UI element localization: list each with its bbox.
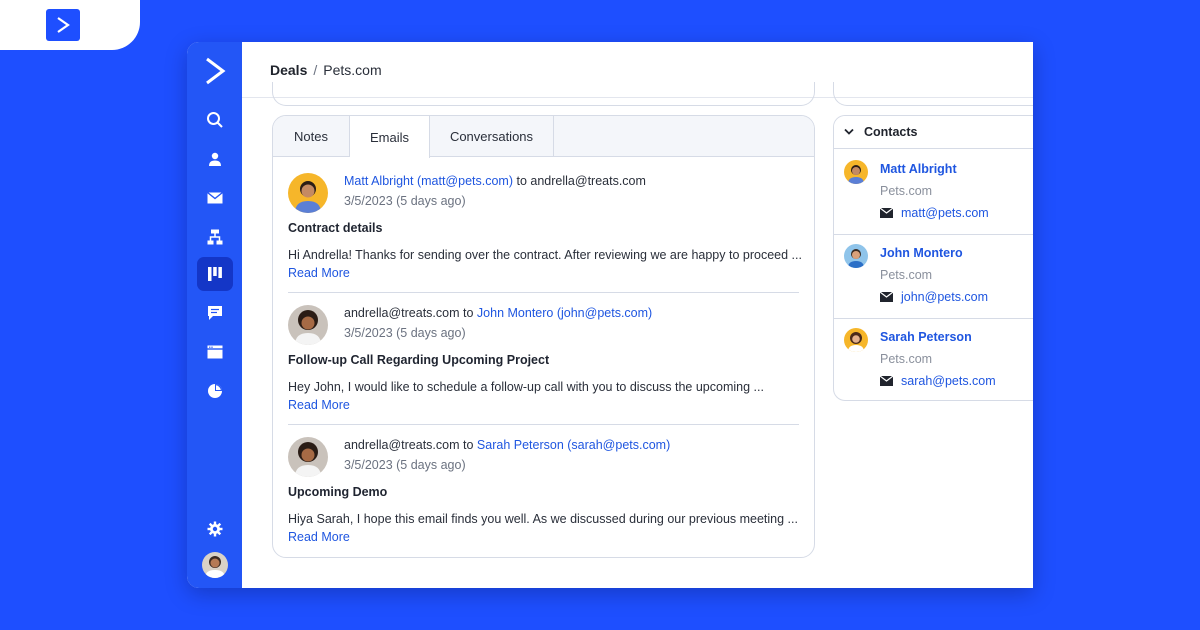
email-subject: Follow-up Call Regarding Upcoming Projec… <box>288 353 550 367</box>
breadcrumb-separator: / <box>313 61 318 78</box>
contact-email-text[interactable]: sarah@pets.com <box>901 374 996 388</box>
email-item[interactable]: andrella@treats.com to Sarah Peterson (s… <box>288 437 799 552</box>
contacts-panel: Contacts Matt Albright Pets.com matt@pet… <box>833 115 1033 401</box>
email-participants: Matt Albright (matt@pets.com) to andrell… <box>344 174 646 188</box>
email-preview: Hiya Sarah, I hope this email finds you … <box>288 512 798 526</box>
deals-board-icon[interactable] <box>197 257 233 291</box>
tab-emails[interactable]: Emails <box>350 116 430 158</box>
email-to: andrella@treats.com <box>530 174 646 188</box>
email-to-word: to <box>516 174 527 188</box>
contact-email[interactable]: john@pets.com <box>880 290 988 304</box>
email-participants: andrella@treats.com to Sarah Peterson (s… <box>344 438 670 452</box>
email-item[interactable]: andrella@treats.com to John Montero (joh… <box>288 305 799 420</box>
contact-email[interactable]: sarah@pets.com <box>880 374 996 388</box>
email-from[interactable]: Matt Albright (matt@pets.com) <box>344 174 513 188</box>
conversations-icon[interactable] <box>197 296 233 330</box>
email-to-word: to <box>463 438 474 452</box>
app-window: Deals / Pets.com Notes Emails Conversati… <box>187 42 1033 588</box>
previous-side-card <box>833 82 1033 106</box>
contacts-header[interactable]: Contacts <box>834 116 1033 149</box>
email-to[interactable]: John Montero (john@pets.com) <box>477 306 652 320</box>
sidebar <box>187 42 242 588</box>
mail-icon <box>880 292 893 302</box>
user-avatar[interactable] <box>197 548 233 582</box>
previous-card <box>272 82 815 106</box>
mail-icon <box>880 208 893 218</box>
mail-icon <box>880 376 893 386</box>
contacts-icon[interactable] <box>197 142 233 176</box>
divider <box>288 292 799 293</box>
email-preview: Hey John, I would like to schedule a fol… <box>288 380 764 394</box>
chevron-down-icon[interactable] <box>844 128 854 136</box>
contacts-title: Contacts <box>864 125 918 139</box>
divider <box>288 424 799 425</box>
settings-icon[interactable] <box>197 512 233 546</box>
mail-icon[interactable] <box>197 181 233 215</box>
read-more-link[interactable]: Read More <box>288 398 350 412</box>
email-date: 3/5/2023 (5 days ago) <box>344 458 466 472</box>
automations-icon[interactable] <box>197 220 233 254</box>
contact-avatar <box>844 244 868 268</box>
contact-company: Pets.com <box>880 268 933 282</box>
brand-tab <box>0 0 140 50</box>
contact-email-text[interactable]: matt@pets.com <box>901 206 989 220</box>
main-content: Deals / Pets.com Notes Emails Conversati… <box>242 42 1033 588</box>
email-to[interactable]: Sarah Peterson (sarah@pets.com) <box>477 438 670 452</box>
app-logo-icon[interactable] <box>202 56 228 86</box>
email-preview: Hi Andrella! Thanks for sending over the… <box>288 248 802 262</box>
contact-name[interactable]: John Montero <box>880 246 963 260</box>
search-icon[interactable] <box>197 103 233 137</box>
activity-tabs: Notes Emails Conversations <box>273 116 814 158</box>
tab-conversations[interactable]: Conversations <box>430 116 554 157</box>
contact-company: Pets.com <box>880 352 933 366</box>
contact-item[interactable]: Matt Albright Pets.com matt@pets.com <box>834 150 1033 234</box>
site-icon[interactable] <box>197 335 233 369</box>
email-from: andrella@treats.com <box>344 438 460 452</box>
contact-name[interactable]: Sarah Peterson <box>880 330 972 344</box>
activity-card: Notes Emails Conversations Matt Albright… <box>272 115 815 558</box>
reports-icon[interactable] <box>197 374 233 408</box>
email-subject: Contract details <box>288 221 383 235</box>
email-date: 3/5/2023 (5 days ago) <box>344 326 466 340</box>
email-date: 3/5/2023 (5 days ago) <box>344 194 466 208</box>
brand-logo-icon <box>46 9 80 41</box>
contact-company: Pets.com <box>880 184 933 198</box>
contact-email[interactable]: matt@pets.com <box>880 206 989 220</box>
email-to-word: to <box>463 306 474 320</box>
email-subject: Upcoming Demo <box>288 485 388 499</box>
contact-item[interactable]: John Montero Pets.com john@pets.com <box>834 234 1033 318</box>
contact-item[interactable]: Sarah Peterson Pets.com sarah@pets.com <box>834 318 1033 400</box>
breadcrumb-root[interactable]: Deals <box>270 62 307 78</box>
email-from: andrella@treats.com <box>344 306 460 320</box>
sender-avatar <box>288 173 328 213</box>
contact-name[interactable]: Matt Albright <box>880 162 957 176</box>
email-item[interactable]: Matt Albright (matt@pets.com) to andrell… <box>288 173 802 288</box>
contact-avatar <box>844 328 868 352</box>
tab-notes[interactable]: Notes <box>273 116 350 157</box>
sender-avatar <box>288 437 328 477</box>
breadcrumb-current: Pets.com <box>323 61 382 78</box>
sender-avatar <box>288 305 328 345</box>
email-participants: andrella@treats.com to John Montero (joh… <box>344 306 652 320</box>
contact-email-text[interactable]: john@pets.com <box>901 290 988 304</box>
read-more-link[interactable]: Read More <box>288 530 350 544</box>
read-more-link[interactable]: Read More <box>288 266 350 280</box>
contact-avatar <box>844 160 868 184</box>
